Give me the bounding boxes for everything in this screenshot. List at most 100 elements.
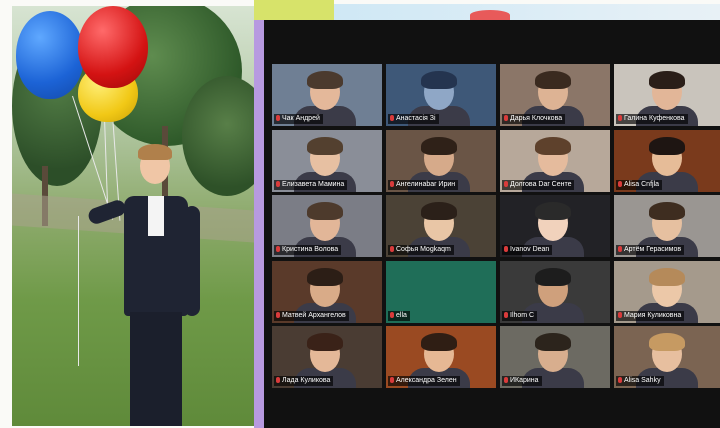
participant-name: ИКарина — [510, 377, 539, 384]
muted-mic-icon — [276, 312, 280, 318]
muted-mic-icon — [618, 312, 622, 318]
participant-hair — [307, 333, 343, 351]
participant-name: Лада Куликова — [282, 377, 331, 384]
participant-hair — [307, 268, 343, 286]
participant-name: Чак Андрей — [282, 115, 320, 122]
participant-name: Ivanov Dean — [510, 246, 550, 253]
background-red-shape — [470, 10, 510, 20]
participant-name: ella — [396, 312, 407, 319]
boy-hair — [138, 144, 172, 160]
participant-video-tile[interactable]: Чак Андрей — [272, 64, 382, 126]
frame-top-strip — [254, 0, 334, 20]
participant-video-tile[interactable]: Елизавета Мамина — [272, 130, 382, 192]
participant-video-tile[interactable]: Ivanov Dean — [500, 195, 610, 257]
boy-trousers — [130, 312, 182, 426]
participant-name: Елизавета Мамина — [282, 181, 345, 188]
participant-video-tile[interactable]: Ilhom C — [500, 261, 610, 323]
muted-mic-icon — [276, 377, 280, 383]
muted-mic-icon — [390, 181, 394, 187]
muted-mic-icon — [618, 377, 622, 383]
participant-video-tile[interactable]: Галина Куфенкова — [614, 64, 720, 126]
participant-hair — [649, 268, 685, 286]
muted-mic-icon — [276, 181, 280, 187]
participant-name-label: Артём Герасимов — [616, 245, 685, 255]
participant-video-tile[interactable]: Софья Mogkaqm — [386, 195, 496, 257]
muted-mic-icon — [390, 312, 394, 318]
participant-name: Софья Mogkaqm — [396, 246, 451, 253]
participant-hair — [307, 202, 343, 220]
participant-name: Галина Куфенкова — [624, 115, 685, 122]
participant-name: Alisa Cnfjla — [624, 181, 660, 188]
muted-mic-icon — [618, 246, 622, 252]
participant-name: Мария Куликовна — [624, 312, 682, 319]
muted-mic-icon — [504, 312, 508, 318]
participant-hair — [421, 202, 457, 220]
participant-name: Дарья Клочкова — [510, 115, 563, 122]
participant-video-tile[interactable]: Анастасія Зі — [386, 64, 496, 126]
muted-mic-icon — [618, 115, 622, 121]
participant-hair — [535, 333, 571, 351]
participant-hair — [649, 137, 685, 155]
participant-hair — [535, 137, 571, 155]
muted-mic-icon — [390, 246, 394, 252]
photo-boy-with-balloons — [12, 6, 254, 426]
participant-name-label: Alisa Cnfjla — [616, 180, 663, 190]
participant-video-tile[interactable]: Alisa Cnfjla — [614, 130, 720, 192]
muted-mic-icon — [504, 246, 508, 252]
participant-name-label: Кристина Волова — [274, 245, 342, 255]
participant-name: Анастасія Зі — [396, 115, 436, 122]
frame-border — [254, 20, 264, 428]
muted-mic-icon — [504, 181, 508, 187]
participant-name: Кристина Волова — [282, 246, 339, 253]
participant-name-label: Александра Зелен — [388, 376, 460, 386]
participant-hair — [421, 71, 457, 89]
muted-mic-icon — [504, 115, 508, 121]
participant-video-tile[interactable]: Кристина Волова — [272, 195, 382, 257]
background-strip — [334, 4, 720, 20]
participant-name-label: Лада Куликова — [274, 376, 334, 386]
participant-name-label: Долгова Dar Сенте — [502, 180, 575, 190]
muted-mic-icon — [390, 377, 394, 383]
participant-hair — [535, 71, 571, 89]
participant-name-label: ИКарина — [502, 376, 542, 386]
participant-name-label: Ангелинаbar Ирин — [388, 180, 459, 190]
participant-hair — [649, 71, 685, 89]
participant-hair — [421, 137, 457, 155]
red-balloon — [78, 6, 148, 88]
participant-name: Ilhom C — [510, 312, 535, 319]
participant-name-label: ella — [388, 311, 410, 321]
muted-mic-icon — [276, 115, 280, 121]
participant-video-tile[interactable]: Артём Герасимов — [614, 195, 720, 257]
participant-name-label: Елизавета Мамина — [274, 180, 348, 190]
participant-video-tile[interactable]: Дарья Клочкова — [500, 64, 610, 126]
participant-name-label: Alisa Sahky — [616, 376, 664, 386]
muted-mic-icon — [276, 246, 280, 252]
balloon-string-hanging — [78, 216, 79, 366]
participant-video-tile[interactable]: Ангелинаbar Ирин — [386, 130, 496, 192]
participant-name-label: Анастасія Зі — [388, 114, 439, 124]
participant-video-tile[interactable]: Матвей Архангелов — [272, 261, 382, 323]
muted-mic-icon — [390, 115, 394, 121]
participant-video-tile[interactable]: Лада Куликова — [272, 326, 382, 388]
participant-hair — [649, 333, 685, 351]
boy-shirt — [148, 196, 164, 236]
participant-name: Артём Герасимов — [624, 246, 682, 253]
participant-name-label: Чак Андрей — [274, 114, 323, 124]
participant-name: Alisa Sahky — [624, 377, 661, 384]
participant-hair — [649, 202, 685, 220]
participant-video-tile[interactable]: ИКарина — [500, 326, 610, 388]
participant-name-label: Софья Mogkaqm — [388, 245, 454, 255]
participant-name-label: Галина Куфенкова — [616, 114, 688, 124]
muted-mic-icon — [618, 181, 622, 187]
participant-video-tile[interactable]: Мария Куликовна — [614, 261, 720, 323]
participant-hair — [307, 137, 343, 155]
participant-hair — [535, 202, 571, 220]
participant-name-label: Ivanov Dean — [502, 245, 553, 255]
participant-video-tile[interactable]: Alisa Sahky — [614, 326, 720, 388]
muted-mic-icon — [504, 377, 508, 383]
video-gallery: Чак Андрей Анастасія Зі Дарья Клочкова Гали… — [264, 20, 720, 428]
participant-video-tile[interactable]: Александра Зелен — [386, 326, 496, 388]
participant-video-tile[interactable]: ella — [386, 261, 496, 323]
participant-video-tile[interactable]: Долгова Dar Сенте — [500, 130, 610, 192]
participant-hair — [421, 333, 457, 351]
